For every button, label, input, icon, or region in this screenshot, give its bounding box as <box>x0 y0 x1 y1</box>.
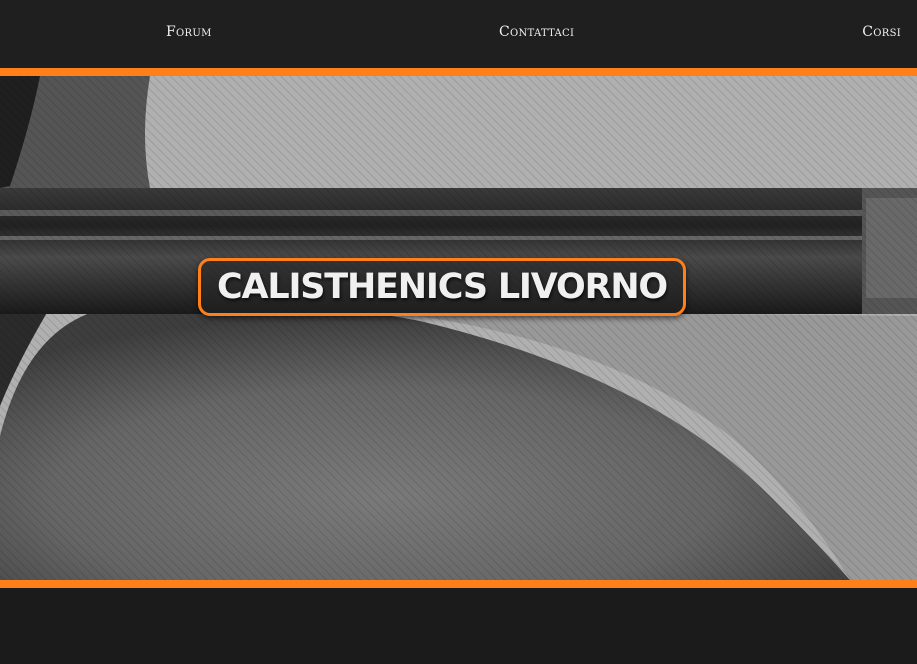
top-navbar: Forum Contattaci Corsi <box>0 0 917 68</box>
nav-link-forum[interactable]: Forum <box>166 24 212 40</box>
hero-title-box: CALISTHENICS LIVORNO <box>198 258 686 316</box>
accent-divider-bottom <box>0 580 917 588</box>
nav-link-corsi[interactable]: Corsi <box>862 24 901 40</box>
accent-divider-top <box>0 68 917 76</box>
hero-banner: CALISTHENICS LIVORNO <box>0 76 917 580</box>
nav-link-contattaci[interactable]: Contattaci <box>499 24 574 40</box>
hero-title: CALISTHENICS LIVORNO <box>217 267 668 307</box>
hero-photo <box>0 76 917 580</box>
footer <box>0 588 917 664</box>
